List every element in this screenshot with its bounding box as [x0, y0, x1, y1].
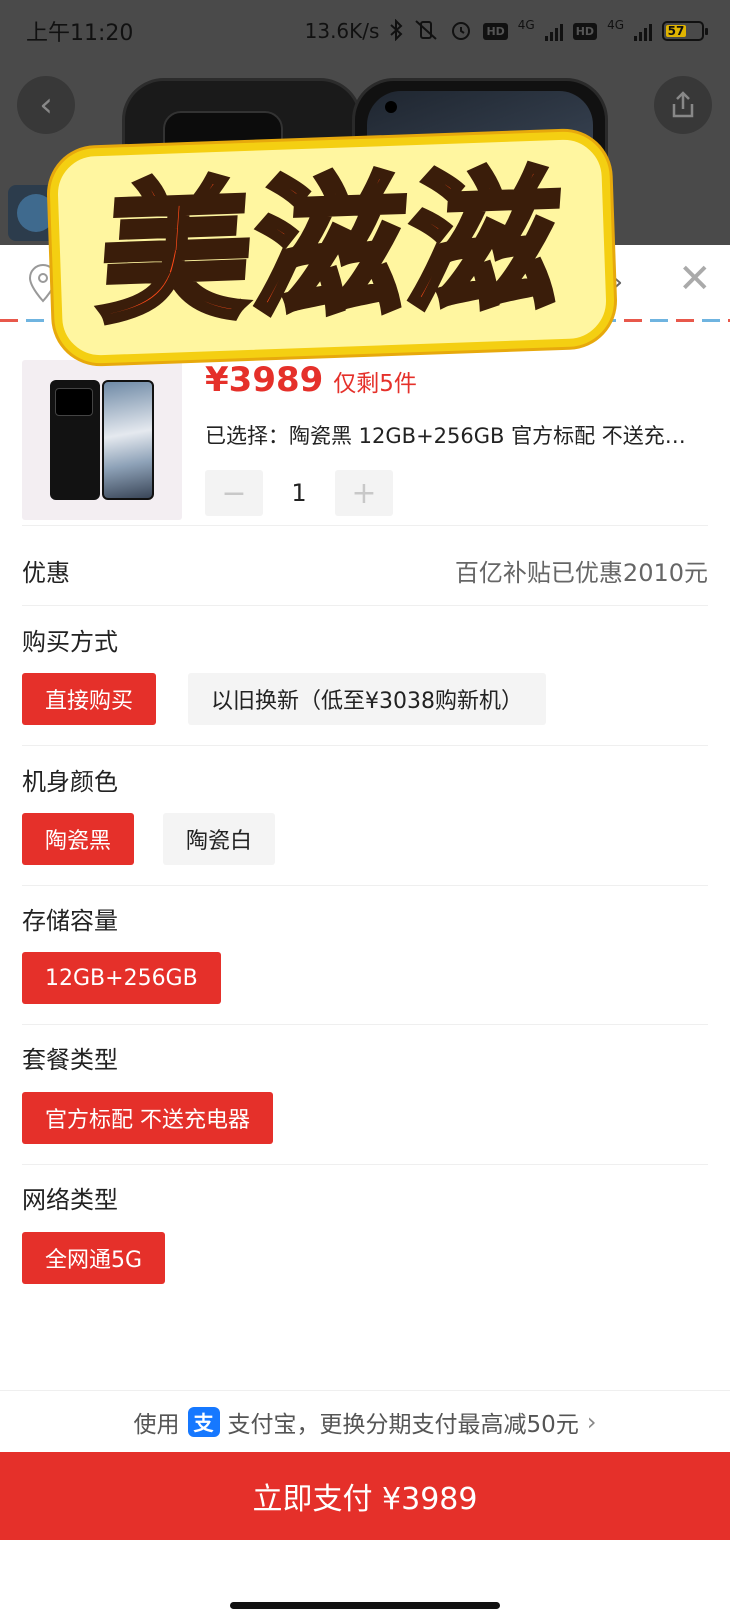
discount-value: 百亿补贴已优惠2010元 [454, 559, 708, 587]
option-storage-256[interactable]: 12GB+256GB [22, 952, 221, 1004]
network-4g-label: 4G [517, 17, 535, 32]
chevron-right-icon: › [586, 1407, 597, 1436]
pay-now-button[interactable]: 立即支付 ¥3989 [0, 1452, 730, 1540]
package-title: 套餐类型 [22, 1046, 118, 1074]
vibrate-off-icon [413, 19, 439, 44]
option-color-white[interactable]: 陶瓷白 [163, 813, 276, 865]
discount-row: 优惠 百亿补贴已优惠2010元 [22, 545, 708, 595]
net-speed: 13.6K/s [304, 19, 380, 43]
status-time: 上午11:20 [26, 21, 134, 46]
back-button[interactable]: ‹ [17, 76, 75, 134]
price: ¥3989 [205, 360, 324, 400]
share-icon [672, 91, 694, 118]
divider [22, 605, 708, 606]
signal-icon-2 [634, 21, 652, 41]
home-indicator[interactable] [230, 1602, 500, 1609]
increase-button[interactable]: + [335, 470, 393, 516]
quantity-value[interactable]: 1 [263, 479, 335, 507]
stock-label: 仅剩5件 [333, 371, 417, 397]
divider [22, 885, 708, 886]
sticker-text: 美滋滋 [92, 148, 572, 347]
discount-label: 优惠 [22, 559, 70, 587]
product-image[interactable] [22, 360, 182, 520]
divider [22, 1164, 708, 1165]
network-title: 网络类型 [22, 1186, 118, 1214]
signal-icon [544, 21, 563, 41]
quantity-stepper: − 1 + [205, 470, 393, 516]
status-bar: 上午11:20 13.6K/s HD 4G HD 4G 57 [0, 0, 730, 62]
option-color-black[interactable]: 陶瓷黑 [22, 813, 135, 865]
selected-summary: 已选择：陶瓷黑 12GB+256GB 官方标配 不送充电器 全网通5G [205, 424, 705, 448]
divider [22, 745, 708, 746]
hd-badge: HD [483, 22, 508, 40]
option-package-standard[interactable]: 官方标配 不送充电器 [22, 1092, 273, 1144]
alarm-icon [449, 18, 473, 45]
color-title: 机身颜色 [22, 768, 118, 796]
alipay-text: 支付宝，更换分期支付最高减50元 [227, 1411, 579, 1438]
divider [22, 525, 708, 526]
chevron-left-icon: ‹ [39, 85, 53, 125]
sticker-overlay: 美滋滋 [48, 130, 616, 365]
battery-icon: 57 [662, 21, 708, 41]
divider [22, 1024, 708, 1025]
product-summary: ¥3989 仅剩5件 已选择：陶瓷黑 12GB+256GB 官方标配 不送充电器… [22, 360, 708, 520]
alipay-icon: 支 [187, 1406, 220, 1437]
option-network-5g[interactable]: 全网通5G [22, 1232, 166, 1284]
storage-title: 存储容量 [22, 907, 118, 935]
option-trade-in[interactable]: 以旧换新（低至¥3038购新机） [188, 673, 546, 725]
decrease-button[interactable]: − [205, 470, 263, 516]
purchase-method-title: 购买方式 [22, 628, 118, 656]
network-4g-label-2: 4G [607, 17, 624, 32]
alipay-prefix: 使用 [133, 1411, 180, 1438]
alipay-promo[interactable]: 使用 支 支付宝，更换分期支付最高减50元 › [0, 1390, 730, 1452]
hd-badge-2: HD [572, 22, 598, 40]
option-direct-buy[interactable]: 直接购买 [22, 673, 157, 725]
close-button[interactable]: ✕ [678, 259, 712, 299]
bluetooth-icon [389, 18, 403, 44]
sku-sheet: › ✕ ¥3989 仅剩5件 已选择：陶瓷黑 12GB+256GB 官方标配 不… [0, 245, 730, 1624]
share-button[interactable] [654, 76, 712, 134]
